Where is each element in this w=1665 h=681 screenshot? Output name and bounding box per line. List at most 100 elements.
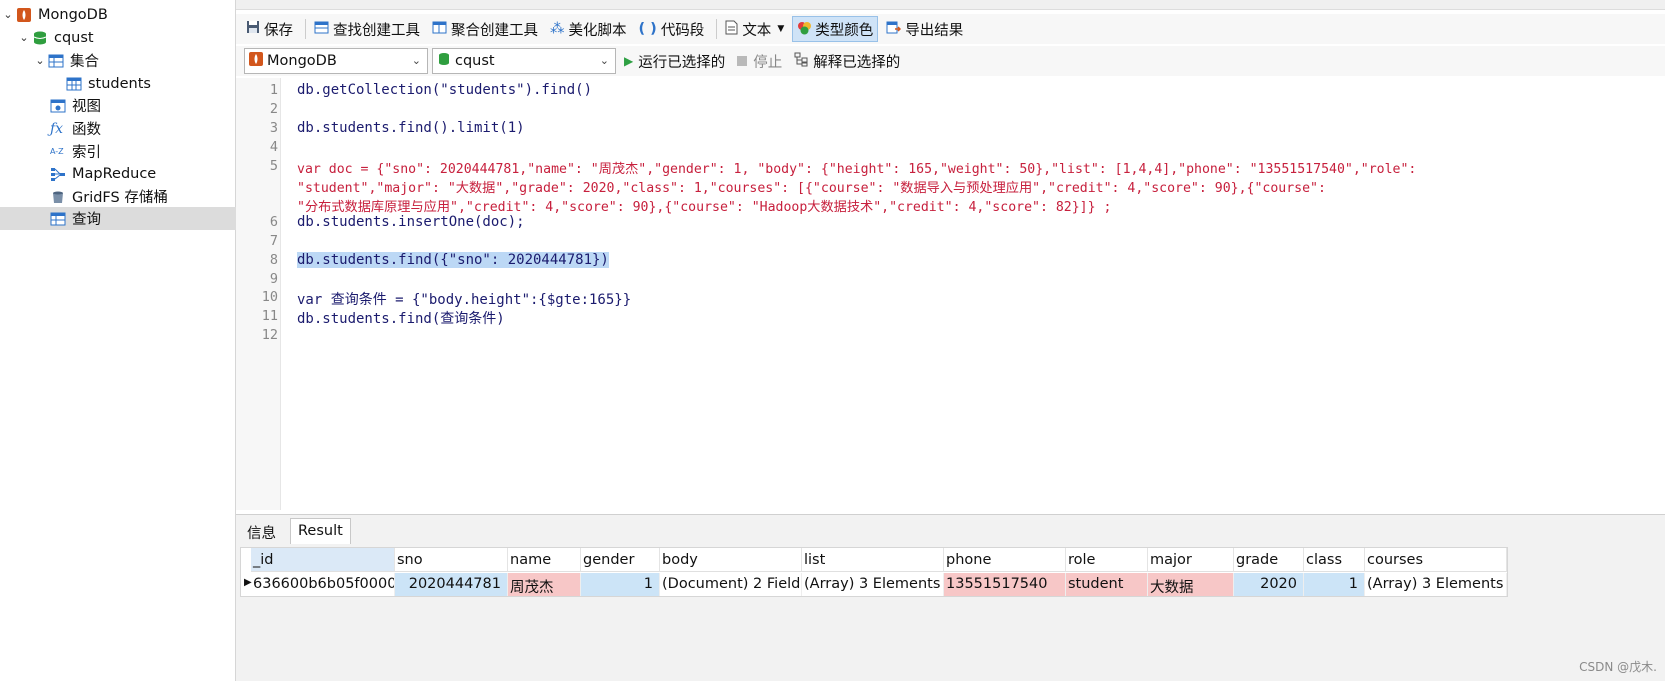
- code-snippet-button[interactable]: ( ) 代码段: [635, 16, 709, 42]
- cell-role[interactable]: student: [1066, 573, 1148, 596]
- tree-item-students[interactable]: students: [0, 72, 236, 95]
- mapreduce-icon: [50, 166, 66, 182]
- line-number: 10: [261, 289, 278, 305]
- cell-gender[interactable]: 1: [581, 573, 660, 596]
- explain-selected-button[interactable]: 解释已选择的: [790, 48, 904, 74]
- tree-item-mongodb[interactable]: ⌄ MongoDB: [0, 3, 236, 26]
- tree-item-label: GridFS 存储桶: [72, 190, 168, 206]
- tab-result[interactable]: Result: [290, 518, 351, 544]
- database-select[interactable]: cqust ⌄: [432, 48, 616, 74]
- table-icon: [66, 76, 82, 92]
- column-header[interactable]: sno: [395, 548, 508, 572]
- aggregate-builder-icon: [432, 20, 447, 39]
- cell-courses[interactable]: (Array) 3 Elements: [1365, 573, 1507, 596]
- text-view-dropdown[interactable]: 文本 ▼: [721, 16, 788, 42]
- aggregate-builder-button[interactable]: 聚合创建工具: [428, 16, 542, 42]
- chevron-down-icon[interactable]: ⌄: [16, 31, 32, 44]
- save-icon: [246, 20, 260, 38]
- result-panel: 信息 Result _id sno name gender body list …: [236, 514, 1665, 681]
- tree-item-gridfs[interactable]: GridFS 存储桶: [0, 185, 236, 208]
- tree-item-label: students: [88, 75, 151, 92]
- document-icon: [725, 20, 738, 39]
- line-number-gutter: 1 2 3 4 5 6 7 8 9 10 11 12: [236, 78, 281, 510]
- color-palette-icon: [797, 20, 812, 39]
- cell-id[interactable]: 636600b6b05f00002: [251, 573, 395, 596]
- tree-item-cqust[interactable]: ⌄ cqust: [0, 26, 236, 49]
- cell-phone[interactable]: 13551517540: [944, 573, 1066, 596]
- explain-tree-icon: [794, 52, 809, 71]
- column-header[interactable]: name: [508, 548, 581, 572]
- line-number: 11: [261, 308, 278, 324]
- stop-button[interactable]: 停止: [733, 48, 786, 74]
- type-color-toggle[interactable]: 类型颜色: [792, 16, 879, 42]
- code-line-3: db.students.find().limit(1): [297, 120, 525, 136]
- column-header[interactable]: role: [1066, 548, 1148, 572]
- cell-name[interactable]: 周茂杰: [508, 573, 581, 596]
- code-line-11: db.students.find(查询条件): [297, 311, 505, 327]
- column-header[interactable]: courses: [1365, 548, 1507, 572]
- cell-class[interactable]: 1: [1304, 573, 1365, 596]
- line-number: 2: [269, 101, 278, 117]
- find-builder-icon: [314, 20, 329, 39]
- dropdown-caret-icon: ▼: [777, 24, 785, 34]
- column-header[interactable]: list: [802, 548, 944, 572]
- beautify-script-button[interactable]: ⁂ 美化脚本: [546, 16, 631, 42]
- line-number: 6: [269, 214, 278, 230]
- query-toolbar: 保存 查找创建工具 聚合创建工具 ⁂ 美化脚本 ( ) 代码段 文本 ▼ 类型颜…: [236, 14, 1665, 44]
- chevron-down-icon[interactable]: ⌄: [32, 54, 48, 67]
- table-folder-icon: [48, 53, 64, 69]
- query-editor[interactable]: 1 2 3 4 5 6 7 8 9 10 11 12 db.getCollect…: [236, 78, 1665, 510]
- tree-item-label: 查询: [72, 212, 101, 228]
- cell-grade[interactable]: 2020: [1234, 573, 1304, 596]
- line-number: 7: [269, 233, 278, 249]
- line-number: 3: [269, 120, 278, 136]
- chevron-down-icon[interactable]: ⌄: [0, 8, 16, 21]
- code-line-8-selected: db.students.find({"sno": 2020444781}): [297, 252, 609, 268]
- save-button[interactable]: 保存: [242, 16, 297, 42]
- magic-wand-icon: ⁂: [550, 21, 565, 37]
- cell-major[interactable]: 大数据: [1148, 573, 1234, 596]
- line-number: 8: [269, 252, 278, 268]
- query-icon: [50, 211, 66, 227]
- code-line-5b: "student","major": "大数据","grade": 2020,"…: [297, 181, 1326, 196]
- tab-info[interactable]: 信息: [240, 518, 283, 544]
- export-results-button[interactable]: 导出结果: [882, 16, 967, 42]
- document-tab-strip: [236, 0, 1665, 10]
- tree-item-label: 视图: [72, 99, 101, 115]
- line-number: 1: [269, 82, 278, 98]
- chevron-down-icon: ⌄: [599, 54, 609, 67]
- code-line-5c: "分布式数据库原理与应用","credit": 4,"score": 90},{…: [297, 200, 1112, 215]
- run-selected-button[interactable]: ▶ 运行已选择的: [620, 48, 729, 74]
- column-header[interactable]: phone: [944, 548, 1066, 572]
- line-number: 12: [261, 327, 278, 343]
- tree-item-views[interactable]: 视图: [0, 94, 236, 117]
- code-line-6: db.students.insertOne(doc);: [297, 214, 525, 230]
- cell-body[interactable]: (Document) 2 Fields: [660, 573, 802, 596]
- column-header[interactable]: body: [660, 548, 802, 572]
- tree-item-indexes[interactable]: A-Z 索引: [0, 140, 236, 163]
- connection-toolbar: MongoDB ⌄ cqust ⌄ ▶ 运行已选择的 停止 解释已选择的: [236, 46, 1665, 76]
- tree-item-mapreduce[interactable]: MapReduce: [0, 162, 236, 185]
- tree-item-functions[interactable]: ƒx 函数: [0, 117, 236, 140]
- column-header[interactable]: class: [1304, 548, 1365, 572]
- connection-select[interactable]: MongoDB ⌄: [244, 48, 428, 74]
- code-line-5a: var doc = {"sno": 2020444781,"name": "周茂…: [297, 162, 1417, 177]
- tree-item-label: MapReduce: [72, 165, 157, 182]
- index-icon: A-Z: [50, 146, 64, 156]
- export-icon: [886, 20, 902, 39]
- tree-item-collections[interactable]: ⌄ 集合: [0, 49, 236, 72]
- tree-item-label: MongoDB: [38, 6, 108, 23]
- toolbar-divider: [716, 19, 718, 39]
- line-number: 4: [269, 139, 278, 155]
- code-snippet-icon: ( ): [638, 21, 657, 37]
- column-header[interactable]: gender: [581, 548, 660, 572]
- find-builder-button[interactable]: 查找创建工具: [310, 16, 424, 42]
- column-header[interactable]: _id: [251, 548, 395, 572]
- cell-list[interactable]: (Array) 3 Elements: [802, 573, 944, 596]
- code-line-10: var 查询条件 = {"body.height":{$gte:165}}: [297, 292, 632, 308]
- column-header[interactable]: grade: [1234, 548, 1304, 572]
- cell-sno[interactable]: 2020444781: [395, 573, 508, 596]
- tree-item-queries[interactable]: 查询: [0, 207, 236, 230]
- watermark: CSDN @戊木.: [1579, 660, 1657, 674]
- column-header[interactable]: major: [1148, 548, 1234, 572]
